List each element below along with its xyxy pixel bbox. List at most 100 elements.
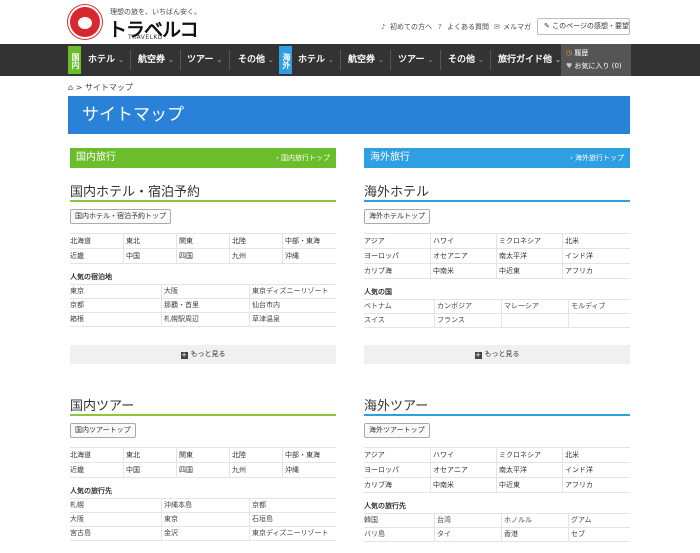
popular-destination-link[interactable]: 大阪 — [70, 513, 161, 526]
nav-int-flight[interactable]: 航空券 ⌄ — [348, 44, 384, 76]
region-link[interactable]: ハワイ — [430, 448, 496, 462]
region-link[interactable]: 四国 — [176, 463, 229, 477]
popular-destination-link[interactable]: 大阪 — [161, 285, 249, 298]
region-link[interactable]: 中国 — [123, 463, 176, 477]
region-link[interactable]: 九州 — [229, 463, 282, 477]
popular-destination-link[interactable]: 京都 — [70, 299, 161, 312]
nav-int-tour[interactable]: ツアー ⌄ — [398, 44, 433, 76]
region-link[interactable]: 北陸 — [229, 448, 282, 462]
popular-destination-link[interactable]: 沖縄本島 — [161, 499, 249, 512]
region-link[interactable]: インド洋 — [562, 463, 628, 477]
nav-dom-tour[interactable]: ツアー ⌄ — [187, 44, 222, 76]
popular-destination-link[interactable]: 東京ディズニーリゾート — [249, 527, 336, 540]
popular-destination-link[interactable]: 石垣島 — [249, 513, 336, 526]
popular-destination-link[interactable]: 草津温泉 — [249, 313, 336, 326]
popular-destination-link[interactable]: 東京ディズニーリゾート — [249, 285, 336, 298]
popular-destination-link[interactable]: 韓国 — [364, 514, 434, 527]
domestic-tour-top-button[interactable]: 国内ツアートップ — [70, 423, 136, 438]
popular-destination-link[interactable]: 札幌駅周辺 — [161, 313, 249, 326]
popular-destination-link[interactable]: バリ島 — [364, 528, 434, 541]
region-link[interactable]: 中部・東海 — [282, 448, 335, 462]
region-link[interactable]: オセアニア — [430, 249, 496, 263]
popular-destination-link[interactable]: フランス — [434, 314, 501, 327]
popular-destination-link[interactable]: 札幌 — [70, 499, 161, 512]
region-link[interactable]: カリブ海 — [364, 264, 430, 278]
nav-travel-guide[interactable]: 旅行ガイド他 ⌄ — [498, 44, 561, 76]
popular-destination-link[interactable]: 那覇・首里 — [161, 299, 249, 312]
region-link[interactable]: 中南米 — [430, 478, 496, 492]
region-link[interactable]: 中近東 — [496, 264, 562, 278]
popular-destination-link[interactable]: 香港 — [501, 528, 568, 541]
region-link[interactable]: インド洋 — [562, 249, 628, 263]
popular-destination-link[interactable]: 金沢 — [161, 527, 249, 540]
popular-destination-link[interactable]: セブ — [568, 528, 630, 541]
overseas-hotel-more-button[interactable]: + もっと見る — [364, 345, 630, 364]
region-link[interactable]: アジア — [364, 234, 430, 248]
first-time-link[interactable]: ♪ 初めての方へ — [381, 22, 432, 32]
region-link[interactable]: 北陸 — [229, 234, 282, 248]
newsletter-link[interactable]: ✉ メルマガ — [494, 22, 531, 32]
region-link[interactable]: 近畿 — [70, 249, 123, 263]
popular-destination-link[interactable]: グアム — [568, 514, 630, 527]
popular-destination-link[interactable]: カンボジア — [434, 300, 501, 313]
region-link[interactable]: ハワイ — [430, 234, 496, 248]
nav-dom-hotel[interactable]: ホテル ⌄ — [88, 44, 124, 76]
overseas-top-link[interactable]: › 海外旅行トップ — [570, 148, 624, 168]
popular-destination-link[interactable]: スイス — [364, 314, 434, 327]
region-link[interactable]: ヨーロッパ — [364, 463, 430, 477]
region-link[interactable]: 南太平洋 — [496, 463, 562, 477]
feedback-button[interactable]: ✎ このページの感想・要望 — [537, 18, 630, 35]
faq-link[interactable]: ? よくある質問 — [438, 22, 489, 32]
region-link[interactable]: 関東 — [176, 234, 229, 248]
popular-destination-link[interactable]: ホノルル — [501, 514, 568, 527]
region-link[interactable]: ミクロネシア — [496, 448, 562, 462]
region-link[interactable]: アフリカ — [562, 264, 628, 278]
popular-destination-link[interactable]: 箱根 — [70, 313, 161, 326]
nav-int-hotel[interactable]: ホテル ⌄ — [298, 44, 334, 76]
region-link[interactable]: 北海道 — [70, 234, 123, 248]
region-link[interactable]: 東北 — [123, 234, 176, 248]
popular-destination-link[interactable]: マレーシア — [501, 300, 568, 313]
region-link[interactable]: 沖縄 — [282, 249, 335, 263]
favorites-link[interactable]: ♥ お気に入り (0) — [566, 61, 622, 71]
region-link[interactable]: 中南米 — [430, 264, 496, 278]
nav-int-other[interactable]: その他 ⌄ — [448, 44, 484, 76]
region-link[interactable]: 中国 — [123, 249, 176, 263]
popular-destination-link[interactable]: 台湾 — [434, 514, 501, 527]
region-link[interactable]: 九州 — [229, 249, 282, 263]
overseas-hotel-top-button[interactable]: 海外ホテルトップ — [364, 209, 430, 224]
region-link[interactable]: 沖縄 — [282, 463, 335, 477]
region-link[interactable]: アフリカ — [562, 478, 628, 492]
region-link[interactable]: 東北 — [123, 448, 176, 462]
region-link[interactable]: 四国 — [176, 249, 229, 263]
popular-destination-link[interactable]: モルディブ — [568, 300, 630, 313]
region-link[interactable]: アジア — [364, 448, 430, 462]
nav-dom-flight[interactable]: 航空券 ⌄ — [138, 44, 174, 76]
popular-destination-link[interactable]: ベトナム — [364, 300, 434, 313]
region-link[interactable]: オセアニア — [430, 463, 496, 477]
history-link[interactable]: ◷ 履歴 — [566, 48, 588, 58]
region-link[interactable]: カリブ海 — [364, 478, 430, 492]
home-icon[interactable]: ⌂ — [68, 83, 73, 92]
popular-destination-link[interactable]: タイ — [434, 528, 501, 541]
domestic-top-link[interactable]: › 国内旅行トップ — [276, 148, 330, 168]
region-link[interactable]: 南太平洋 — [496, 249, 562, 263]
region-link[interactable]: 中部・東海 — [282, 234, 335, 248]
region-link[interactable]: 中近東 — [496, 478, 562, 492]
overseas-tour-top-button[interactable]: 海外ツアートップ — [364, 423, 430, 438]
region-link[interactable]: 近畿 — [70, 463, 123, 477]
domestic-hotel-top-button[interactable]: 国内ホテル・宿泊予約トップ — [70, 209, 171, 224]
region-link[interactable]: 北米 — [562, 448, 628, 462]
domestic-hotel-more-button[interactable]: + もっと見る — [70, 345, 336, 364]
region-link[interactable]: 関東 — [176, 448, 229, 462]
nav-dom-other[interactable]: その他 ⌄ — [238, 44, 274, 76]
region-link[interactable]: ミクロネシア — [496, 234, 562, 248]
region-link[interactable]: 北海道 — [70, 448, 123, 462]
popular-destination-link[interactable]: 東京 — [70, 285, 161, 298]
popular-destination-link[interactable]: 仙台市内 — [249, 299, 336, 312]
region-link[interactable]: 北米 — [562, 234, 628, 248]
popular-destination-link[interactable]: 宮古島 — [70, 527, 161, 540]
popular-destination-link[interactable]: 東京 — [161, 513, 249, 526]
region-link[interactable]: ヨーロッパ — [364, 249, 430, 263]
logo[interactable]: 理想の旅を、いちばん安く。 トラベルコ TRAVELKO — [68, 5, 201, 41]
